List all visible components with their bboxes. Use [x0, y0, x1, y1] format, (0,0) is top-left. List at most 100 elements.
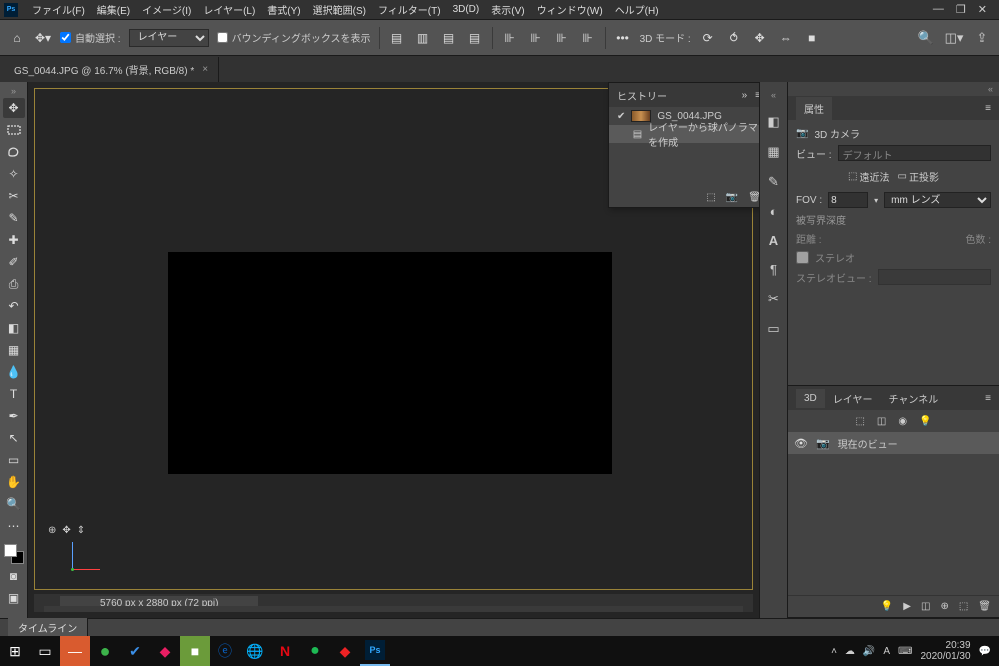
history-state[interactable]: ▤ レイヤーから球パノラマを作成: [609, 125, 759, 143]
tray-notifications-icon[interactable]: 💬: [979, 646, 991, 657]
tray-ime-icon[interactable]: A: [883, 646, 890, 657]
stamp-tool[interactable]: ⎙: [3, 274, 25, 294]
tray-chevron-icon[interactable]: ˄: [831, 646, 837, 657]
distribute-4-icon[interactable]: ⊪: [579, 29, 597, 47]
menu-window[interactable]: ウィンドウ(W): [531, 0, 609, 19]
dock-type-icon[interactable]: A: [769, 233, 778, 248]
properties-menu-icon[interactable]: ≡: [985, 103, 991, 114]
dock-adjustments-icon[interactable]: ◐: [770, 204, 778, 219]
rectangle-tool[interactable]: ▭: [3, 450, 25, 470]
workspace-icon[interactable]: ◫▾: [945, 29, 963, 47]
3d-new-light-icon[interactable]: 💡: [881, 601, 893, 612]
menu-select[interactable]: 選択範囲(S): [307, 0, 372, 19]
3d-new-icon[interactable]: ⬚: [959, 601, 968, 612]
color-swatch[interactable]: [4, 544, 24, 564]
history-collapse-icon[interactable]: »: [742, 90, 748, 101]
menu-filter[interactable]: フィルター(T): [372, 0, 447, 19]
menu-layer[interactable]: レイヤー(L): [197, 0, 261, 19]
menu-image[interactable]: イメージ(I): [136, 0, 197, 19]
lasso-tool[interactable]: [3, 142, 25, 162]
history-snapshot-icon[interactable]: 📷: [726, 192, 738, 203]
crop-tool[interactable]: ✂: [3, 186, 25, 206]
stereoview-dropdown[interactable]: [878, 269, 991, 285]
filter-light-icon[interactable]: 💡: [919, 416, 931, 427]
3d-new-mesh-icon[interactable]: ◫: [921, 601, 930, 612]
fov-input[interactable]: [828, 192, 868, 208]
3d-orbit-icon[interactable]: ⟳: [699, 29, 717, 47]
eyedropper-tool[interactable]: ✎: [3, 208, 25, 228]
history-delete-icon[interactable]: 🗑: [748, 192, 759, 203]
document-tab[interactable]: GS_0044.JPG @ 16.7% (背景, RGB/8) * ×: [4, 57, 219, 82]
eraser-tool[interactable]: ◧: [3, 318, 25, 338]
taskbar-edge[interactable]: ⓔ: [210, 636, 240, 666]
taskbar-app-5[interactable]: ■: [180, 636, 210, 666]
distribute-3-icon[interactable]: ⊪: [553, 29, 571, 47]
marquee-tool[interactable]: [3, 120, 25, 140]
start-button[interactable]: ⊞: [0, 636, 30, 666]
taskbar-chrome[interactable]: 🌐: [240, 636, 270, 666]
filter-env-icon[interactable]: ⬚: [855, 416, 864, 427]
taskview-icon[interactable]: ▭: [30, 636, 60, 666]
search-icon[interactable]: 🔍: [917, 29, 935, 47]
orthographic-button[interactable]: ▭正投影: [898, 169, 939, 184]
align-left-icon[interactable]: ▤: [388, 29, 406, 47]
tray-keyboard-icon[interactable]: ⌨: [898, 646, 912, 657]
3d-slide-icon[interactable]: ⇔: [777, 29, 795, 47]
filter-mat-icon[interactable]: ◉: [898, 416, 907, 427]
3d-pan-icon[interactable]: ✥: [751, 29, 769, 47]
move-tool[interactable]: ✥: [3, 98, 25, 118]
fov-unit-select[interactable]: mm レンズ: [884, 192, 991, 208]
brush-tool[interactable]: ✐: [3, 252, 25, 272]
horizontal-scrollbar[interactable]: [44, 606, 743, 612]
taskbar-app-3[interactable]: ✔: [120, 636, 150, 666]
canvas-area[interactable]: ⊕ ✥ ⇕ 5760 px x 2880 px (72 ppi) ヒストリー »…: [28, 82, 759, 618]
dodge-tool[interactable]: T: [3, 384, 25, 404]
quickmask-tool[interactable]: ◙: [3, 566, 25, 586]
timeline-tab[interactable]: タイムライン: [8, 618, 88, 637]
edit-toolbar[interactable]: ⋯: [3, 516, 25, 536]
taskbar-app-4[interactable]: ◆: [150, 636, 180, 666]
menu-type[interactable]: 書式(Y): [261, 0, 306, 19]
3d-add-icon[interactable]: ⊕: [940, 601, 948, 612]
history-brush-tool[interactable]: ↶: [3, 296, 25, 316]
menu-view[interactable]: 表示(V): [485, 0, 530, 19]
toolbox-collapse-icon[interactable]: »: [11, 86, 16, 96]
dock-library-icon[interactable]: ▭: [767, 321, 779, 337]
taskbar-netflix[interactable]: N: [270, 636, 300, 666]
taskbar-adobe[interactable]: ◆: [330, 636, 360, 666]
more-icon[interactable]: •••: [614, 29, 632, 47]
align-top-icon[interactable]: ▤: [466, 29, 484, 47]
perspective-button[interactable]: ⬚遠近法: [848, 169, 889, 184]
dock-tools-icon[interactable]: ✂: [768, 291, 779, 307]
3d-render-icon[interactable]: ▶: [903, 601, 911, 612]
align-center-h-icon[interactable]: ▥: [414, 29, 432, 47]
tab-3d[interactable]: 3D: [796, 389, 825, 408]
dock-brush-icon[interactable]: ✎: [768, 174, 779, 190]
dock-paragraph-icon[interactable]: ¶: [770, 262, 777, 277]
menu-help[interactable]: ヘルプ(H): [609, 0, 665, 19]
healing-tool[interactable]: ✚: [3, 230, 25, 250]
path-select-tool[interactable]: ↖: [3, 428, 25, 448]
dock-expand-icon[interactable]: «: [771, 90, 776, 100]
3d-delete-icon[interactable]: 🗑: [978, 601, 991, 612]
hand-tool[interactable]: ✋: [3, 472, 25, 492]
distribute-1-icon[interactable]: ⊪: [501, 29, 519, 47]
dock-color-icon[interactable]: ◧: [767, 114, 779, 130]
taskbar-photoshop[interactable]: Ps: [360, 636, 390, 666]
screenmode-tool[interactable]: ▣: [3, 588, 25, 608]
history-brush-source-icon[interactable]: ✔: [617, 111, 625, 122]
window-minimize-icon[interactable]: ―: [933, 3, 944, 16]
layer-item[interactable]: 👁 📷 現在のビュー: [788, 432, 999, 454]
blur-tool[interactable]: 💧: [3, 362, 25, 382]
auto-select-checkbox[interactable]: 自動選択 :: [60, 30, 121, 45]
taskbar-app-1[interactable]: ―: [60, 636, 90, 666]
tray-speaker-icon[interactable]: 🔊: [863, 646, 875, 657]
3d-orbit-widget-icon[interactable]: ⊕: [48, 525, 56, 536]
close-tab-icon[interactable]: ×: [202, 64, 208, 75]
align-right-icon[interactable]: ▤: [440, 29, 458, 47]
bbox-input[interactable]: [217, 32, 228, 43]
tray-clock[interactable]: 20:39 2020/01/30: [920, 640, 970, 662]
window-close-icon[interactable]: ✕: [978, 3, 987, 16]
dock-swatches-icon[interactable]: ▦: [767, 144, 779, 160]
right-collapse-icon[interactable]: «: [788, 82, 999, 96]
